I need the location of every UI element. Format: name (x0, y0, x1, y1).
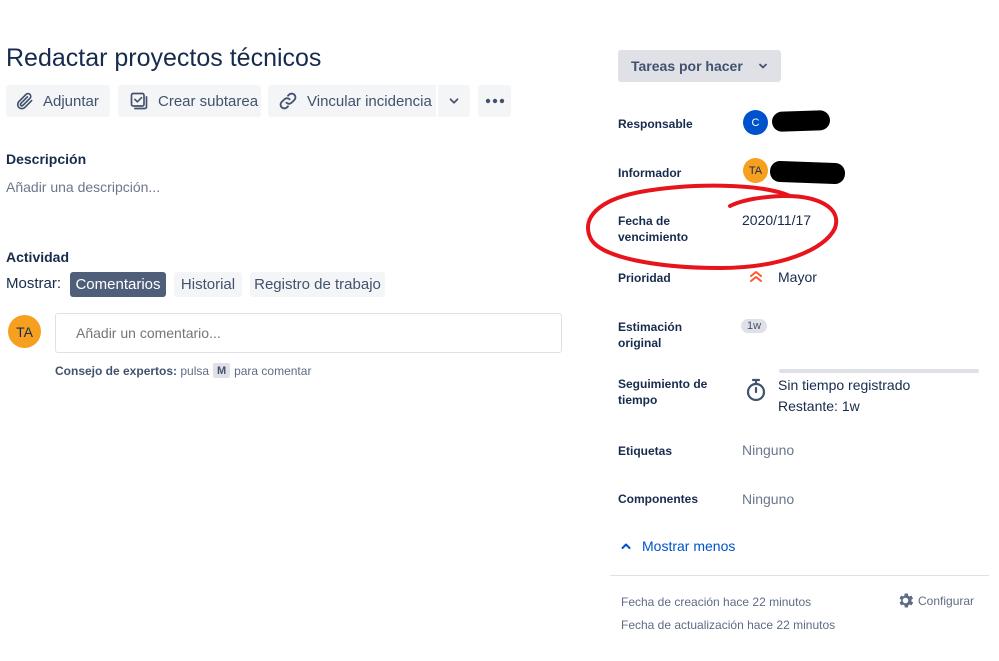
time-tracking-label: Seguimiento de tiempo (618, 376, 707, 408)
tab-history[interactable]: Historial (174, 272, 242, 297)
time-tracking-label-line2: tiempo (618, 393, 658, 407)
attach-label: Adjuntar (43, 92, 99, 110)
pro-tip-suffix: para comentar (234, 363, 312, 378)
avatar: TA (8, 315, 41, 348)
created-date: Fecha de creación hace 22 minutos (621, 595, 812, 609)
stopwatch-icon (746, 378, 766, 402)
divider (610, 575, 989, 576)
more-actions-button[interactable] (478, 85, 511, 117)
configure-button[interactable]: Configurar (896, 591, 974, 610)
activity-heading: Actividad (6, 249, 70, 265)
time-remaining: Restante: 1w (778, 398, 860, 414)
gear-icon (899, 593, 914, 608)
create-subtask-button[interactable]: Crear subtarea (118, 85, 261, 117)
pro-tip-prefix: pulsa (180, 363, 210, 378)
show-label: Mostrar: (6, 275, 62, 292)
redaction-mark (771, 109, 831, 133)
tab-work-log[interactable]: Registro de trabajo (250, 272, 385, 297)
due-date-label: Fecha de vencimiento (618, 213, 688, 245)
description-heading: Descripción (6, 151, 87, 167)
due-date-label-line1: Fecha de (618, 214, 671, 228)
show-less-label: Mostrar menos (642, 538, 736, 554)
chevron-up-icon (621, 543, 631, 549)
issue-title[interactable]: Redactar proyectos técnicos (6, 44, 321, 73)
estimate-label: Estimación original (618, 319, 682, 351)
tab-comments[interactable]: Comentarios (70, 272, 166, 297)
updated-date: Fecha de actualización hace 22 minutos (621, 618, 836, 632)
paperclip-icon (16, 92, 33, 110)
estimate-value[interactable]: 1w (741, 319, 768, 333)
assignee-label: Responsable (618, 117, 693, 131)
show-less-link[interactable]: Mostrar menos (620, 538, 735, 554)
create-subtask-label: Crear subtarea (158, 92, 259, 110)
pro-tip-bold: Consejo de expertos: (55, 363, 178, 378)
labels-label: Etiquetas (618, 444, 673, 458)
keyboard-key: M (213, 363, 231, 378)
estimate-label-line1: Estimación (618, 320, 683, 334)
subtask-icon (130, 92, 148, 110)
link-issue-label: Vincular incidencia (307, 92, 432, 110)
estimate-label-line2: original (618, 336, 662, 350)
time-logged[interactable]: Sin tiempo registrado (778, 377, 910, 393)
attach-button[interactable]: Adjuntar (6, 85, 110, 117)
components-label: Componentes (618, 492, 699, 506)
link-issue-button[interactable]: Vincular incidencia (268, 85, 436, 117)
link-issue-dropdown-button[interactable] (438, 85, 470, 117)
pro-tip: Consejo de expertos: pulsa Mpara comentar (55, 363, 311, 378)
reporter-avatar[interactable]: TA (743, 158, 768, 183)
redaction-mark (769, 160, 846, 185)
chevron-down-icon (758, 63, 767, 69)
description-placeholder[interactable]: Añadir una descripción... (6, 179, 160, 195)
time-tracking-bar[interactable] (779, 369, 979, 373)
chevron-down-icon (449, 98, 459, 104)
more-icon (485, 98, 504, 104)
status-dropdown-button[interactable]: Tareas por hacer (618, 50, 781, 82)
priority-major-icon (750, 271, 762, 282)
status-label: Tareas por hacer (631, 58, 743, 74)
assignee-avatar[interactable]: C (743, 110, 768, 135)
comment-input[interactable] (55, 313, 562, 353)
components-value[interactable]: Ninguno (742, 491, 794, 507)
due-date-value[interactable]: 2020/11/17 (742, 212, 811, 228)
due-date-label-line2: vencimiento (618, 230, 689, 244)
link-icon (279, 92, 297, 110)
configure-label: Configurar (918, 593, 975, 608)
reporter-label: Informador (618, 166, 682, 180)
priority-label: Prioridad (618, 271, 671, 285)
priority-value[interactable]: Mayor (778, 269, 817, 285)
time-tracking-label-line1: Seguimiento de (618, 377, 708, 391)
labels-value[interactable]: Ninguno (742, 442, 794, 458)
